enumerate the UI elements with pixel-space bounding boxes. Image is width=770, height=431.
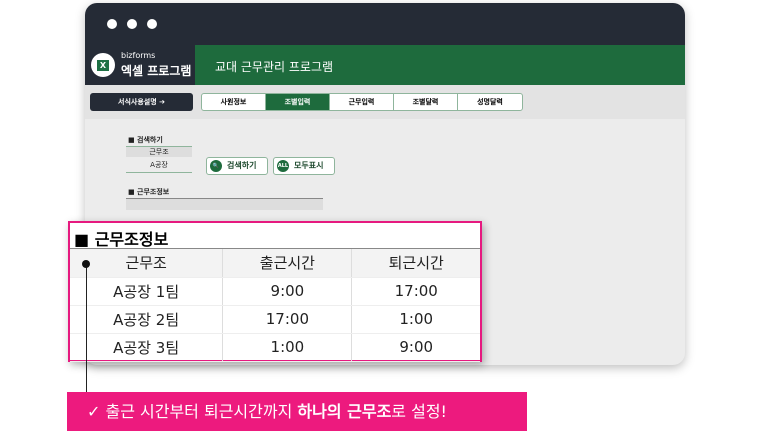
pointer-line <box>86 264 87 394</box>
tab-work-input[interactable]: 근무입력 <box>330 94 394 110</box>
show-all-button[interactable]: ALL 모두표시 <box>273 157 335 175</box>
cell: 9:00 <box>222 277 353 306</box>
table-row[interactable]: A공장 2팀 17:00 1:00 <box>70 305 480 334</box>
logo-brand: bizforms <box>121 51 156 60</box>
cell: 17:00 <box>351 277 480 306</box>
window-dot[interactable] <box>147 19 157 29</box>
table-row[interactable]: A공장 1팀 9:00 17:00 <box>70 277 480 306</box>
search-heading: ■ 검색하기 <box>128 136 163 144</box>
info-table-header <box>126 198 323 210</box>
cell: 17:00 <box>222 305 353 334</box>
toolbar: 서식사용설명 ➔ 사원정보 조별입력 근무입력 조별달력 성명달력 <box>85 85 685 119</box>
cell: A공장 1팀 <box>70 277 224 306</box>
cell: 1:00 <box>351 305 480 334</box>
table-row[interactable]: A공장 3팀 1:00 9:00 <box>70 333 480 362</box>
excel-icon: X <box>91 53 115 77</box>
cell: 1:00 <box>222 333 353 362</box>
tab-bar: 사원정보 조별입력 근무입력 조별달력 성명달력 <box>201 93 523 111</box>
app-title: 교대 근무관리 프로그램 <box>195 45 685 85</box>
check-icon: ✓ <box>87 402 101 421</box>
cell: 9:00 <box>351 333 480 362</box>
zoom-callout: ■ 근무조정보 근무조 출근시간 퇴근시간 A공장 1팀 9:00 17:00 A공… <box>68 221 482 362</box>
all-icon: ALL <box>277 160 289 172</box>
column-header: 근무조 <box>70 249 224 278</box>
search-button[interactable]: 🔍 검색하기 <box>206 157 268 175</box>
pointer-dot <box>82 260 90 268</box>
logo: X bizforms 엑셀 프로그램 <box>85 45 195 85</box>
shift-table: 근무조 출근시간 퇴근시간 A공장 1팀 9:00 17:00 A공장 2팀 17:0… <box>70 249 480 362</box>
caption-banner: ✓ 출근 시간부터 퇴근시간까지 하나의 근무조로 설정! <box>67 392 527 431</box>
cell: A공장 2팀 <box>70 305 224 334</box>
window-titlebar <box>85 3 685 45</box>
table-header: 근무조 출근시간 퇴근시간 <box>70 249 480 278</box>
tab-group-input[interactable]: 조별입력 <box>266 94 330 110</box>
tab-name-calendar[interactable]: 성명달력 <box>458 94 522 110</box>
column-header: 퇴근시간 <box>351 249 480 278</box>
callout-title: ■ 근무조정보 <box>70 223 480 249</box>
logo-name: 엑셀 프로그램 <box>121 64 192 78</box>
column-header: 출근시간 <box>222 249 353 278</box>
info-heading: ■ 근무조정보 <box>128 188 170 196</box>
tab-group-calendar[interactable]: 조별달력 <box>394 94 458 110</box>
cell: A공장 3팀 <box>70 333 224 362</box>
guide-button[interactable]: 서식사용설명 ➔ <box>90 93 193 111</box>
search-input[interactable]: A공장 <box>126 160 192 173</box>
window-dot[interactable] <box>107 19 117 29</box>
tab-employee[interactable]: 사원정보 <box>202 94 266 110</box>
search-icon: 🔍 <box>210 160 222 172</box>
search-label: 근무조 <box>126 146 192 157</box>
window-dot[interactable] <box>127 19 137 29</box>
